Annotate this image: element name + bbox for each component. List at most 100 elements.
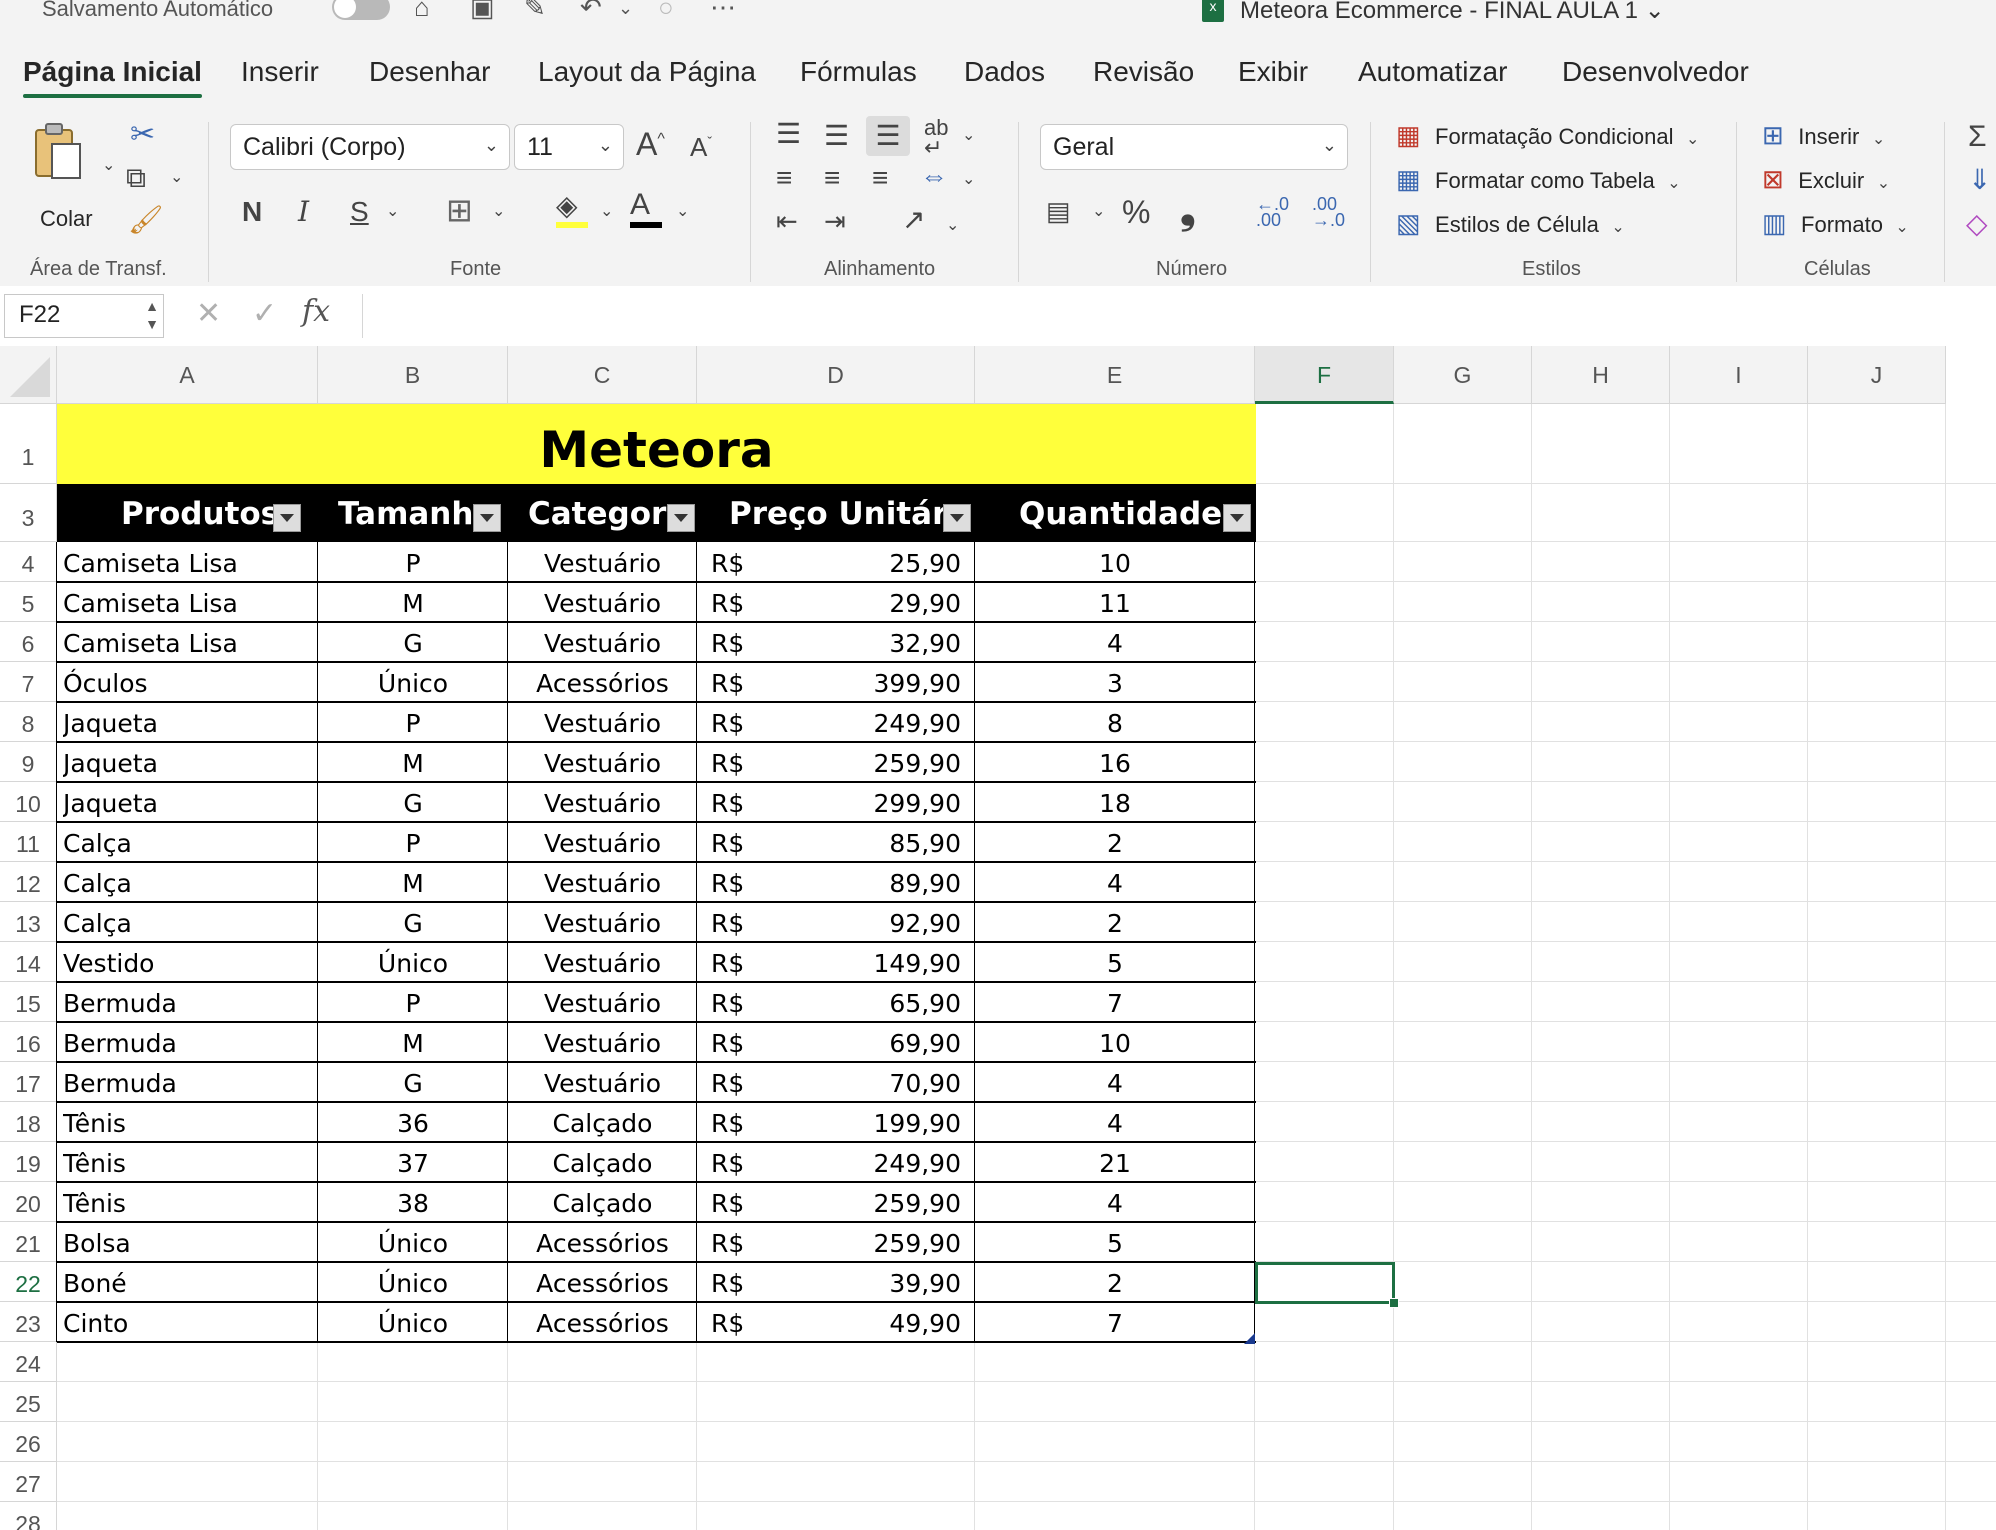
- cell-produto[interactable]: Vestido: [63, 942, 316, 982]
- cell-quantidade[interactable]: 7: [975, 1302, 1255, 1342]
- cell-categoria[interactable]: Vestuário: [508, 542, 697, 582]
- redo-icon[interactable]: ○: [658, 0, 674, 23]
- cell-preco[interactable]: 259,90: [767, 742, 961, 782]
- row-header-12[interactable]: 12: [0, 862, 57, 902]
- cell-preco[interactable]: 39,90: [767, 1262, 961, 1302]
- row-header-25[interactable]: 25: [0, 1382, 57, 1422]
- cell-categoria[interactable]: Vestuário: [508, 862, 697, 902]
- column-header-b[interactable]: B: [318, 346, 508, 404]
- cell-preco[interactable]: 85,90: [767, 822, 961, 862]
- cell-categoria[interactable]: Acessórios: [508, 1262, 697, 1302]
- italic-button[interactable]: I: [298, 198, 309, 226]
- cell-categoria[interactable]: Vestuário: [508, 942, 697, 982]
- copy-chevron-icon[interactable]: ⌄: [170, 170, 183, 186]
- cell-preco[interactable]: 70,90: [767, 1062, 961, 1102]
- cell-produto[interactable]: Camiseta Lisa: [63, 622, 316, 662]
- orientation-chevron-icon[interactable]: ⌄: [946, 218, 959, 234]
- format-painter-icon[interactable]: 🖌: [128, 206, 164, 234]
- tab-desenvolvedor[interactable]: Desenvolvedor: [1562, 56, 1749, 88]
- tab-automatizar[interactable]: Automatizar: [1358, 56, 1507, 88]
- cell-tamanho[interactable]: M: [318, 1022, 508, 1062]
- cell-currency[interactable]: R$: [711, 862, 771, 902]
- title-cell[interactable]: Meteora: [57, 404, 1256, 484]
- cell-preco[interactable]: 149,90: [767, 942, 961, 982]
- increase-font-icon[interactable]: A^: [636, 128, 665, 160]
- row-header-27[interactable]: 27: [0, 1462, 57, 1502]
- cell-quantidade[interactable]: 2: [975, 1262, 1255, 1302]
- cell-currency[interactable]: R$: [711, 1262, 771, 1302]
- accounting-format-icon[interactable]: ▤: [1046, 198, 1071, 224]
- cell-currency[interactable]: R$: [711, 582, 771, 622]
- active-cell-f22[interactable]: [1255, 1262, 1399, 1308]
- cell-produto[interactable]: Calça: [63, 902, 316, 942]
- tab-pagina-inicial[interactable]: Página Inicial: [23, 56, 202, 98]
- borders-icon[interactable]: ⊞: [446, 194, 473, 226]
- cell-categoria[interactable]: Calçado: [508, 1182, 697, 1222]
- cell-preco[interactable]: 249,90: [767, 1142, 961, 1182]
- row-header-9[interactable]: 9: [0, 742, 57, 782]
- cell-currency[interactable]: R$: [711, 902, 771, 942]
- cell-preco[interactable]: 89,90: [767, 862, 961, 902]
- cell-tamanho[interactable]: 38: [318, 1182, 508, 1222]
- cell-categoria[interactable]: Vestuário: [508, 1062, 697, 1102]
- cell-preco[interactable]: 32,90: [767, 622, 961, 662]
- cell-produto[interactable]: Cinto: [63, 1302, 316, 1342]
- row-header-15[interactable]: 15: [0, 982, 57, 1022]
- format-as-table-button[interactable]: ▦ Formatar como Tabela ⌄: [1396, 166, 1681, 194]
- cell-quantidade[interactable]: 4: [975, 1062, 1255, 1102]
- cell-currency[interactable]: R$: [711, 702, 771, 742]
- cell-quantidade[interactable]: 3: [975, 662, 1255, 702]
- cell-tamanho[interactable]: Único: [318, 942, 508, 982]
- tab-exibir[interactable]: Exibir: [1238, 56, 1308, 88]
- cell-preco[interactable]: 299,90: [767, 782, 961, 822]
- cell-categoria[interactable]: Calçado: [508, 1142, 697, 1182]
- align-left-icon[interactable]: ≡: [776, 164, 792, 192]
- row-header-18[interactable]: 18: [0, 1102, 57, 1142]
- insert-function-button[interactable]: fx: [302, 294, 330, 329]
- fill-color-button[interactable]: ◈: [556, 192, 588, 228]
- cell-tamanho[interactable]: Único: [318, 1302, 508, 1342]
- cell-categoria[interactable]: Vestuário: [508, 822, 697, 862]
- cell-preco[interactable]: 259,90: [767, 1182, 961, 1222]
- cell-tamanho[interactable]: Único: [318, 1222, 508, 1262]
- cell-produto[interactable]: Bermuda: [63, 1022, 316, 1062]
- cell-styles-button[interactable]: ▧ Estilos de Célula ⌄: [1396, 210, 1625, 238]
- cell-quantidade[interactable]: 16: [975, 742, 1255, 782]
- cell-quantidade[interactable]: 5: [975, 942, 1255, 982]
- column-header-j[interactable]: J: [1808, 346, 1946, 404]
- fill-chevron-icon[interactable]: ⌄: [600, 204, 613, 220]
- cell-currency[interactable]: R$: [711, 1142, 771, 1182]
- row-header-4[interactable]: 4: [0, 542, 57, 582]
- row-header-20[interactable]: 20: [0, 1182, 57, 1222]
- autosave-toggle[interactable]: [332, 0, 390, 20]
- cell-produto[interactable]: Tênis: [63, 1182, 316, 1222]
- row-header-3[interactable]: 3: [0, 484, 57, 542]
- cell-preco[interactable]: 199,90: [767, 1102, 961, 1142]
- cell-quantidade[interactable]: 21: [975, 1142, 1255, 1182]
- conditional-formatting-button[interactable]: ▦ Formatação Condicional ⌄: [1396, 122, 1699, 150]
- cell-quantidade[interactable]: 2: [975, 822, 1255, 862]
- cell-tamanho[interactable]: P: [318, 822, 508, 862]
- cell-preco[interactable]: 49,90: [767, 1302, 961, 1342]
- cell-quantidade[interactable]: 4: [975, 622, 1255, 662]
- font-name-dropdown[interactable]: Calibri (Corpo) ⌄: [230, 124, 510, 170]
- tab-layout-da-pagina[interactable]: Layout da Página: [538, 56, 756, 88]
- cell-categoria[interactable]: Vestuário: [508, 742, 697, 782]
- home-icon[interactable]: ⌂: [414, 0, 430, 23]
- cell-quantidade[interactable]: 10: [975, 1022, 1255, 1062]
- paste-button[interactable]: ⌄ Colar: [24, 122, 115, 231]
- cell-currency[interactable]: R$: [711, 1102, 771, 1142]
- formula-input[interactable]: [362, 294, 1996, 338]
- merge-chevron-icon[interactable]: ⌄: [962, 172, 975, 188]
- wrap-chevron-icon[interactable]: ⌄: [962, 128, 975, 144]
- cell-categoria[interactable]: Vestuário: [508, 902, 697, 942]
- cut-icon[interactable]: ✂: [130, 120, 155, 150]
- cell-currency[interactable]: R$: [711, 782, 771, 822]
- column-header-d[interactable]: D: [697, 346, 975, 404]
- cell-tamanho[interactable]: 37: [318, 1142, 508, 1182]
- cell-quantidade[interactable]: 18: [975, 782, 1255, 822]
- row-header-7[interactable]: 7: [0, 662, 57, 702]
- align-bottom-icon[interactable]: ☰: [866, 116, 910, 156]
- tab-desenhar[interactable]: Desenhar: [369, 56, 490, 88]
- row-header-26[interactable]: 26: [0, 1422, 57, 1462]
